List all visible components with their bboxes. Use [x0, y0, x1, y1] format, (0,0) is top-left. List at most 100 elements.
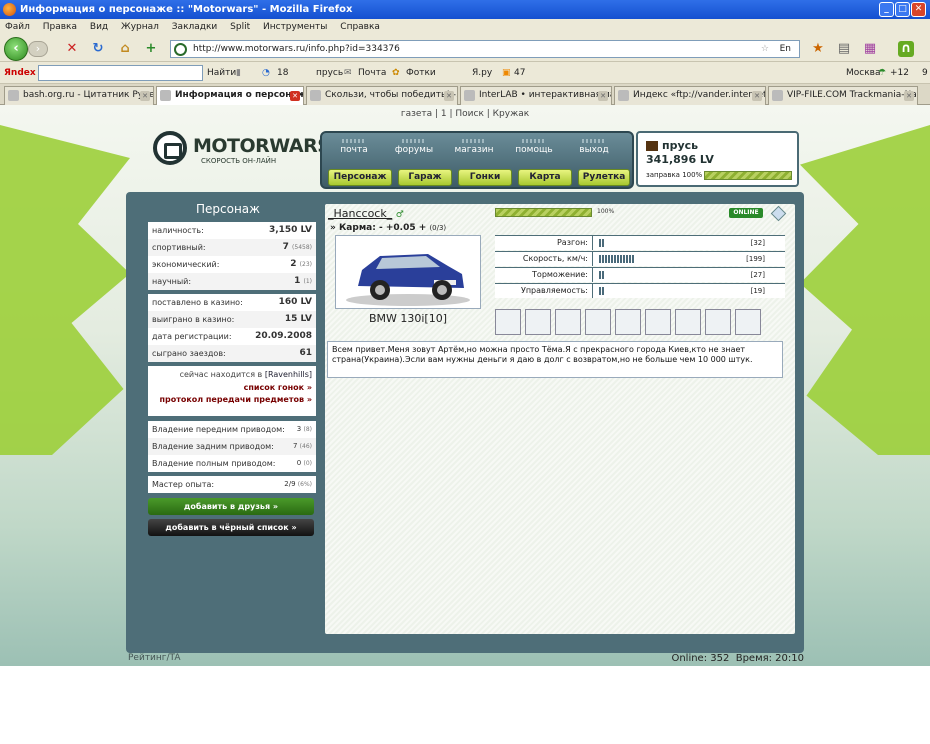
stat-row: наличность: 3,150 LV: [148, 222, 316, 239]
menu-edit[interactable]: Правка: [43, 22, 77, 32]
extension-icon[interactable]: ∩: [898, 41, 914, 57]
tab-slide[interactable]: Скользи, чтобы победить! -... ✕: [306, 86, 458, 105]
menu-split[interactable]: Split: [230, 22, 250, 32]
transfer-log-link[interactable]: протокол передачи предметов »: [152, 395, 312, 404]
menu-help[interactable]: Справка: [340, 22, 380, 32]
battery-icon[interactable]: [705, 309, 731, 335]
drive-value: 3: [296, 425, 302, 433]
yandex-find-button[interactable]: Найти: [207, 62, 236, 84]
tab-close-icon[interactable]: ✕: [290, 91, 300, 101]
location-link[interactable]: [Ravenhills]: [265, 370, 312, 379]
stat-label: сыграно заездов:: [152, 349, 226, 358]
car-parts: [495, 309, 765, 337]
yaru-link[interactable]: Я.ру: [472, 62, 492, 84]
user-link[interactable]: прусь: [316, 62, 343, 84]
info-diamond-icon[interactable]: [770, 205, 787, 222]
logo-icon: [153, 131, 187, 165]
forward-button[interactable]: ›: [28, 41, 48, 57]
tab-interlab[interactable]: InterLAB • интерактивная ла... ✕: [460, 86, 612, 105]
bearings-icon[interactable]: [645, 309, 671, 335]
photos-link[interactable]: Фотки: [406, 62, 436, 84]
messages-count[interactable]: 18: [277, 62, 288, 84]
tab-character-info[interactable]: Информация о персонаж... ✕: [156, 86, 304, 105]
grid-icon[interactable]: ▦: [862, 41, 878, 57]
tab-close-icon[interactable]: ✕: [752, 91, 762, 101]
city-label[interactable]: Москва: [846, 62, 880, 84]
menu-tools[interactable]: Инструменты: [263, 22, 327, 32]
stat-row: дата регистрации: 20.09.2008: [148, 328, 316, 345]
menu-bookmarks[interactable]: Закладки: [172, 22, 218, 32]
car-name[interactable]: BMW 130i[10]: [335, 312, 481, 325]
race-list-link[interactable]: список гонок »: [152, 383, 312, 392]
addon-icon[interactable]: ★: [810, 41, 826, 57]
new-tab-icon[interactable]: +: [143, 41, 159, 57]
drive-row: Владение передним приводом: 3 (8): [148, 421, 316, 438]
nav-roulette-button[interactable]: Рулетка: [578, 169, 630, 186]
feeds-count[interactable]: 47: [514, 62, 525, 84]
address-bar[interactable]: http://www.motorwars.ru/info.php?id=3343…: [170, 40, 800, 58]
top-links[interactable]: газета | 1 | Поиск | Кружак: [0, 109, 930, 119]
add-blacklist-button[interactable]: добавить в чёрный список »: [148, 519, 314, 536]
shock-absorber-icon[interactable]: [495, 309, 521, 335]
firefox-icon: [3, 3, 16, 16]
tab-close-icon[interactable]: ✕: [444, 91, 454, 101]
character-name[interactable]: _Hanccock_: [328, 207, 392, 220]
yandex-toolbar: Яndex Найти ▮ ◔ 18 прусь ✉ Почта ✿ Фотки…: [0, 62, 930, 84]
stat-value: [19]: [750, 287, 765, 295]
maximize-button[interactable]: □: [895, 2, 910, 17]
nav-help[interactable]: помощь: [506, 139, 562, 155]
nav-races-button[interactable]: Гонки: [458, 169, 512, 186]
tab-favicon-icon: [772, 90, 783, 101]
close-button[interactable]: ✕: [911, 2, 926, 17]
karma-value[interactable]: - +0.05 +: [379, 223, 426, 233]
language-indicator[interactable]: En: [780, 41, 791, 57]
health-percent: 100%: [597, 208, 615, 215]
stat-value: 3,150 LV: [268, 225, 312, 235]
tab-close-icon[interactable]: ✕: [140, 91, 150, 101]
nav-map-button[interactable]: Карта: [518, 169, 572, 186]
tab-vip-file[interactable]: VIP-FILE.COM Trackmania-Nati... ✕: [768, 86, 918, 105]
nav-shop[interactable]: магазин: [446, 139, 502, 155]
nav-exit[interactable]: выход: [566, 139, 622, 155]
back-button[interactable]: ‹: [4, 37, 28, 61]
mail-link[interactable]: Почта: [358, 62, 386, 84]
photos-icon: ✿: [392, 68, 400, 78]
stat-extra: (1): [303, 278, 313, 285]
footer-left[interactable]: Рейтинг/TA: [128, 653, 181, 663]
drive-label: Владение передним приводом:: [152, 425, 285, 434]
account-name[interactable]: прусь: [662, 139, 698, 152]
stop-icon[interactable]: ✕: [64, 41, 80, 57]
reload-icon[interactable]: ↻: [90, 41, 106, 57]
print-icon[interactable]: ▤: [836, 41, 852, 57]
nav-character-button[interactable]: Персонаж: [328, 169, 392, 186]
chip-icon[interactable]: [735, 309, 761, 335]
yandex-logo[interactable]: Яndex: [4, 62, 36, 84]
menu-history[interactable]: Журнал: [121, 22, 159, 32]
home-icon[interactable]: ⌂: [117, 41, 133, 57]
nav-mail[interactable]: почта: [326, 139, 382, 155]
character-sidebar: наличность: 3,150 LV спортивный: 7 (5458) …: [148, 222, 316, 647]
tab-bash[interactable]: bash.org.ru - Цитатник Рунета ✕: [4, 86, 154, 105]
stat-value: 7: [282, 242, 289, 252]
character-content: _Hanccock_ ♂ » Карма: - +0.05 + (0/3) 10…: [325, 204, 795, 634]
add-friend-button[interactable]: добавить в друзья »: [148, 498, 314, 515]
bookmark-star-icon[interactable]: ☆: [761, 41, 769, 57]
stat-row: поставлено в казино: 160 LV: [148, 294, 316, 311]
nav-garage-button[interactable]: Гараж: [398, 169, 452, 186]
minimize-button[interactable]: _: [879, 2, 894, 17]
turbo-icon[interactable]: [585, 309, 611, 335]
tab-close-icon[interactable]: ✕: [598, 91, 608, 101]
tab-label: VIP-FILE.COM Trackmania-Nati...: [787, 90, 918, 100]
yandex-search-input[interactable]: [38, 65, 203, 81]
nav-forums[interactable]: форумы: [386, 139, 442, 155]
exhaust-icon[interactable]: [555, 309, 581, 335]
stat-label: выиграно в казино:: [152, 315, 235, 324]
tire-icon[interactable]: [525, 309, 551, 335]
tab-close-icon[interactable]: ✕: [904, 91, 914, 101]
site-favicon: [174, 43, 187, 56]
gear-icon[interactable]: [675, 309, 701, 335]
menu-file[interactable]: Файл: [5, 22, 30, 32]
brake-disc-icon[interactable]: [615, 309, 641, 335]
tab-ftp-index[interactable]: Индекс «ftp://vander.internet... ✕: [614, 86, 766, 105]
menu-view[interactable]: Вид: [90, 22, 108, 32]
